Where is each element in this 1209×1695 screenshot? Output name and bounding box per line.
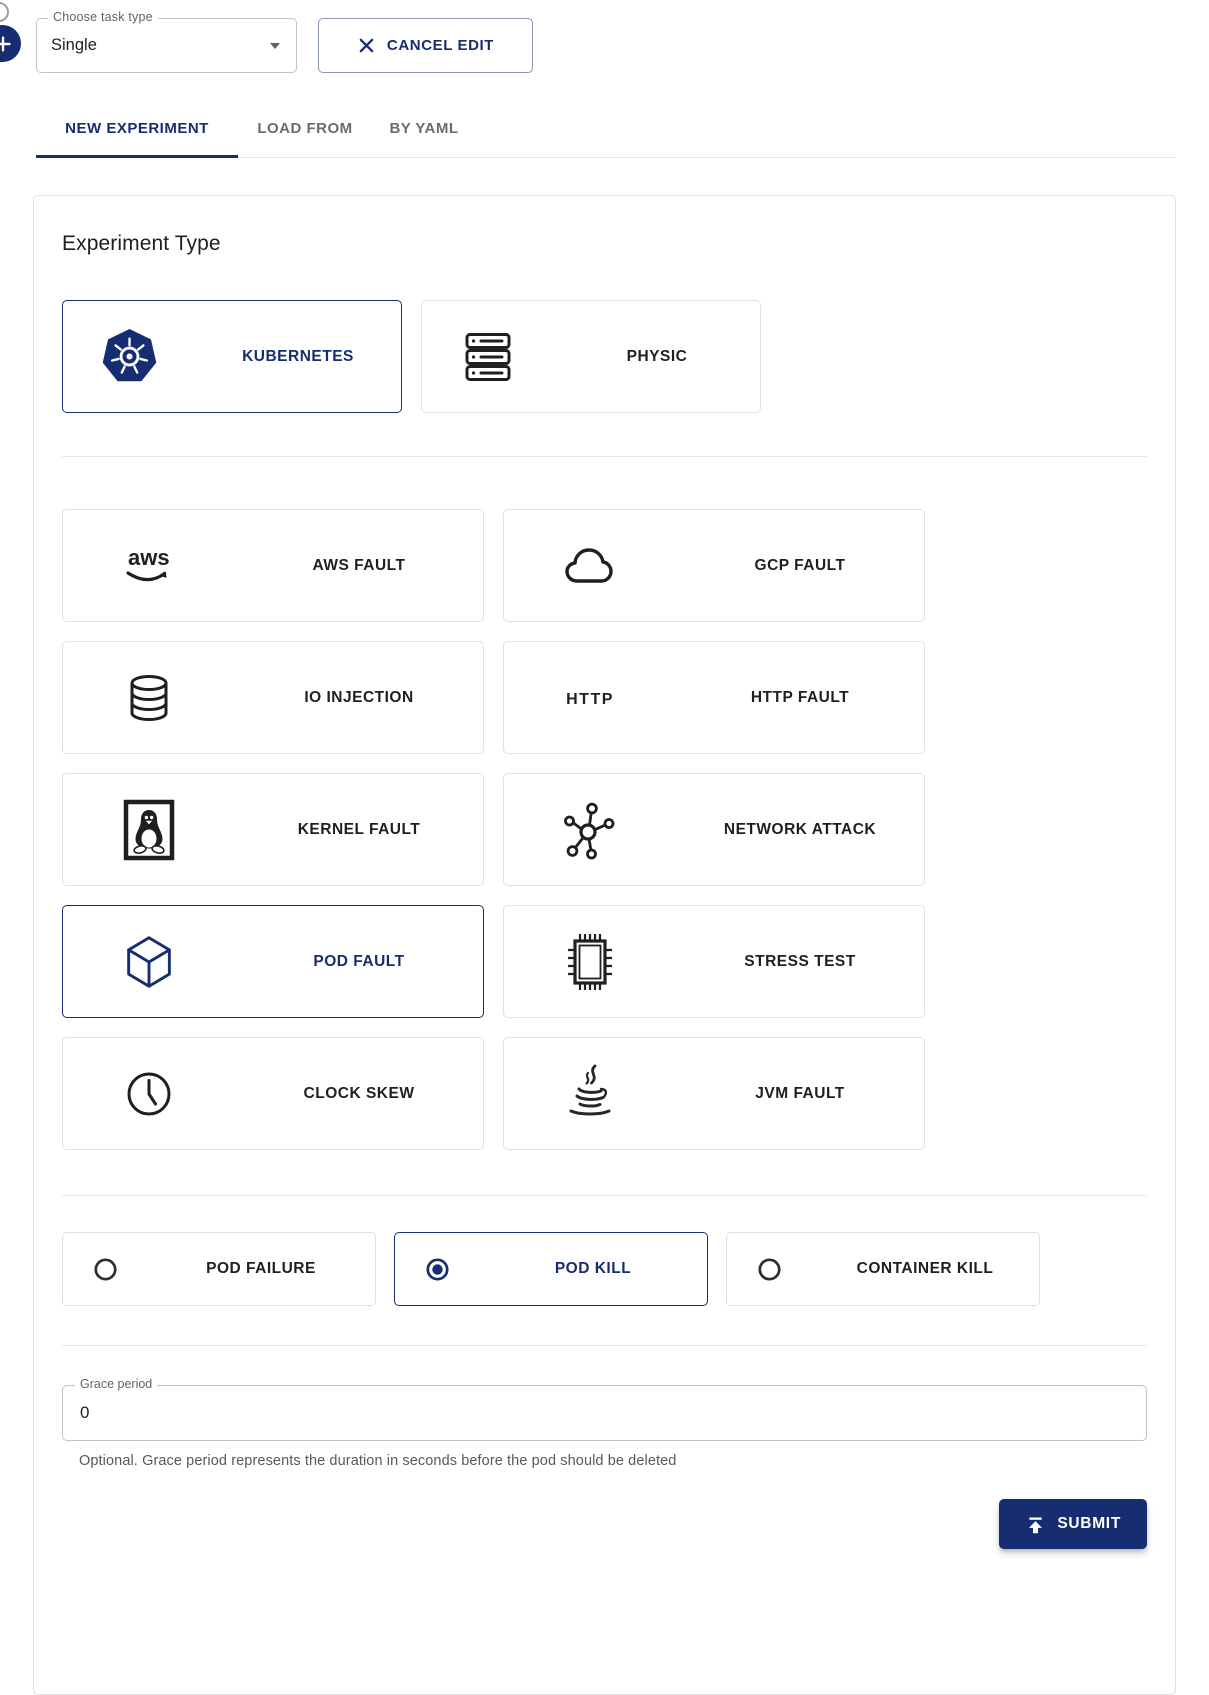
action-pod-failure[interactable]: POD FAILURE [62,1232,376,1306]
add-experiment-fab[interactable] [0,25,21,62]
kind-kernel-fault[interactable]: KERNEL FAULT [62,773,484,886]
platform-choice-row: KUBERNETES PHYSIC [62,300,1147,413]
submit-label: SUBMIT [1057,1515,1121,1532]
submit-button[interactable]: SUBMIT [999,1499,1147,1549]
task-type-label: Choose task type [48,10,158,24]
aws-icon: aws [63,538,235,594]
tab-load-from[interactable]: LOAD FROM [238,100,372,157]
tab-new-experiment[interactable]: NEW EXPERIMENT [36,100,238,158]
kind-gcp-fault[interactable]: GCP FAULT [503,509,925,622]
task-type-value: Single [51,36,97,54]
task-type-select[interactable]: Choose task type Single [36,10,297,73]
divider [62,1345,1147,1346]
kubernetes-icon [63,328,195,385]
network-nodes-icon [504,799,676,861]
http-text-icon: HTTP [504,670,676,726]
experiment-kind-grid: aws AWS FAULT GCP FAULT IO INJECTION HTT… [62,509,1147,1150]
grace-period-helper-text: Optional. Grace period represents the du… [79,1453,677,1469]
cpu-chip-icon [504,930,676,994]
chevron-down-icon [270,42,280,49]
clipped-circle-decor [0,2,9,22]
radio-unchecked-icon [727,1257,811,1282]
linux-tux-icon [63,799,235,861]
svg-text:HTTP: HTTP [566,691,614,708]
platform-physic-button[interactable]: PHYSIC [421,300,761,413]
divider [62,1195,1147,1196]
divider [62,456,1147,457]
kind-stress-test[interactable]: STRESS TEST [503,905,925,1018]
cube-icon [63,931,235,993]
clock-icon [63,1064,235,1124]
grace-period-label: Grace period [75,1377,158,1391]
kind-clock-skew[interactable]: CLOCK SKEW [62,1037,484,1150]
cancel-edit-label: CANCEL EDIT [386,37,495,54]
svg-text:aws: aws [128,545,170,570]
action-pod-kill[interactable]: POD KILL [394,1232,708,1306]
java-cup-icon [504,1063,676,1125]
action-container-kill[interactable]: CONTAINER KILL [726,1232,1040,1306]
kind-http-fault[interactable]: HTTP HTTP FAULT [503,641,925,754]
grace-period-value: 0 [80,1403,90,1422]
new-experiment-panel: Experiment Type KUBERNETES PHYSIC aws AW… [33,195,1176,1695]
platform-label: PHYSIC [626,347,688,365]
platform-label: KUBERNETES [242,347,354,365]
radio-unchecked-icon [63,1257,147,1282]
close-icon [357,36,376,55]
submit-row: SUBMIT [62,1499,1147,1549]
grace-period-field[interactable]: Grace period 0 [62,1377,1147,1441]
tab-by-yaml[interactable]: BY YAML [372,100,476,157]
pod-action-row: POD FAILURE POD KILL CONTAINER KILL [62,1232,1147,1306]
experiment-tabs: NEW EXPERIMENT LOAD FROM BY YAML [36,100,1176,158]
database-icon [63,670,235,726]
cloud-icon [504,538,676,594]
server-icon [422,329,554,385]
cancel-edit-button[interactable]: CANCEL EDIT [318,18,533,73]
kind-pod-fault[interactable]: POD FAULT [62,905,484,1018]
platform-kubernetes-button[interactable]: KUBERNETES [62,300,402,413]
kind-aws-fault[interactable]: aws AWS FAULT [62,509,484,622]
panel-heading: Experiment Type [62,232,221,255]
kind-io-injection[interactable]: IO INJECTION [62,641,484,754]
kind-jvm-fault[interactable]: JVM FAULT [503,1037,925,1150]
radio-checked-icon [395,1257,479,1282]
plus-icon [0,33,14,55]
kind-network-attack[interactable]: NETWORK ATTACK [503,773,925,886]
publish-icon [1025,1514,1046,1535]
